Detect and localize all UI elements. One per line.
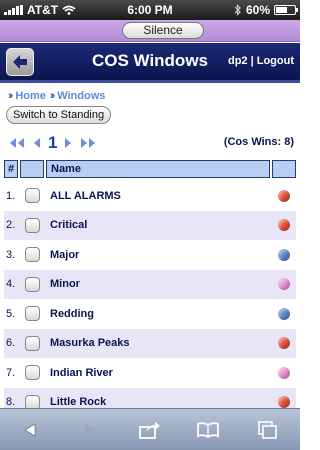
double-chevron-icon: ››	[8, 90, 14, 102]
row-select-cell[interactable]	[20, 335, 44, 351]
table-header: # Name	[4, 160, 296, 178]
browser-forward-button[interactable]	[76, 417, 104, 443]
app-header: COS Windows dp2 | Logout	[0, 43, 300, 83]
row-number: 5.	[6, 307, 16, 320]
back-arrow-icon	[24, 423, 36, 437]
row-select-cell[interactable]	[20, 188, 44, 204]
bookmarks-icon	[197, 422, 219, 438]
status-cell	[272, 189, 296, 202]
status-dot-icon	[278, 396, 290, 409]
double-chevron-icon: ››	[49, 90, 56, 102]
share-icon	[139, 422, 160, 439]
column-header-select[interactable]	[20, 160, 44, 178]
status-dot-icon	[278, 189, 290, 202]
status-cell	[272, 366, 296, 379]
table-row[interactable]: 5. Redding	[4, 299, 296, 329]
first-page-icon[interactable]	[8, 137, 26, 149]
bookmarks-button[interactable]	[194, 417, 222, 443]
row-name[interactable]: Masurka Peaks	[46, 337, 270, 349]
browser-back-button[interactable]	[16, 417, 44, 443]
status-dot-icon	[278, 337, 290, 350]
user-logout-link[interactable]: dp2 | Logout	[228, 55, 294, 67]
share-button[interactable]	[136, 417, 164, 443]
row-number: 1.	[6, 189, 16, 202]
status-right: 60%	[234, 3, 298, 17]
bluetooth-icon	[234, 4, 241, 16]
row-name[interactable]: Little Rock	[46, 396, 270, 408]
cos-wins-count: (Cos Wins: 8)	[223, 136, 294, 148]
table-row[interactable]: 6. Masurka Peaks	[4, 328, 296, 358]
battery-percent: 60%	[245, 3, 270, 17]
status-dot-icon	[278, 366, 290, 379]
status-cell	[272, 248, 296, 261]
row-checkbox[interactable]	[24, 306, 40, 322]
table-row[interactable]: 1. ALL ALARMS	[4, 181, 296, 211]
prev-page-icon[interactable]	[32, 137, 42, 149]
table-body: 1. ALL ALARMS 2. Critical 3. Major 4. Minor 5. Re…	[4, 181, 296, 417]
row-number: 8.	[6, 396, 16, 409]
table-row[interactable]: 3. Major	[4, 240, 296, 270]
row-checkbox[interactable]	[24, 335, 40, 351]
windows-table: # Name 1. ALL ALARMS 2. Critical 3. Major 4. Mi…	[4, 160, 296, 417]
row-select-cell[interactable]	[20, 247, 44, 263]
pager: 1	[8, 133, 97, 153]
status-bar: AT&T 6:00 PM 60%	[0, 0, 300, 20]
last-page-icon[interactable]	[79, 137, 97, 149]
row-number: 6.	[6, 337, 16, 350]
current-page: 1	[48, 133, 58, 152]
status-dot-icon	[278, 278, 290, 291]
row-select-cell[interactable]	[20, 217, 44, 233]
table-row[interactable]: 4. Minor	[4, 269, 296, 299]
row-select-cell[interactable]	[20, 306, 44, 322]
row-checkbox[interactable]	[24, 365, 40, 381]
breadcrumb: ›› Home ›› Windows	[8, 90, 105, 102]
status-cell	[272, 219, 296, 232]
row-checkbox[interactable]	[24, 217, 40, 233]
row-name[interactable]: Redding	[46, 308, 270, 320]
status-dot-icon	[278, 248, 290, 261]
row-checkbox[interactable]	[24, 276, 40, 292]
row-select-cell[interactable]	[20, 365, 44, 381]
status-cell	[272, 278, 296, 291]
silence-button[interactable]: Silence	[122, 22, 204, 39]
column-header-num: #	[4, 160, 18, 178]
row-name[interactable]: Indian River	[46, 367, 270, 379]
row-select-cell[interactable]	[20, 276, 44, 292]
row-number: 4.	[6, 278, 16, 291]
status-cell	[272, 396, 296, 409]
tabs-button[interactable]	[254, 417, 282, 443]
row-name[interactable]: Minor	[46, 278, 270, 290]
breadcrumb-windows[interactable]: Windows	[57, 90, 105, 102]
column-header-status	[272, 160, 296, 178]
table-row[interactable]: 7. Indian River	[4, 358, 296, 388]
battery-icon	[274, 5, 298, 15]
tabs-icon	[258, 421, 277, 439]
silence-bar: Silence	[0, 20, 300, 42]
browser-toolbar	[0, 408, 300, 450]
row-number: 3.	[6, 248, 16, 261]
row-name[interactable]: Major	[46, 249, 270, 261]
status-dot-icon	[278, 307, 290, 320]
status-cell	[272, 307, 296, 320]
row-number: 7.	[6, 366, 16, 379]
status-dot-icon	[278, 219, 290, 232]
row-number: 2.	[6, 219, 16, 232]
next-page-icon[interactable]	[63, 137, 73, 149]
switch-to-standing-button[interactable]: Switch to Standing	[6, 106, 112, 124]
column-header-name[interactable]: Name	[46, 160, 270, 178]
table-row[interactable]: 2. Critical	[4, 210, 296, 240]
row-name[interactable]: Critical	[46, 219, 270, 231]
row-checkbox[interactable]	[24, 247, 40, 263]
forward-arrow-icon	[85, 424, 95, 436]
row-checkbox[interactable]	[24, 188, 40, 204]
breadcrumb-home[interactable]: Home	[15, 90, 46, 102]
row-name[interactable]: ALL ALARMS	[46, 190, 270, 202]
status-cell	[272, 337, 296, 350]
